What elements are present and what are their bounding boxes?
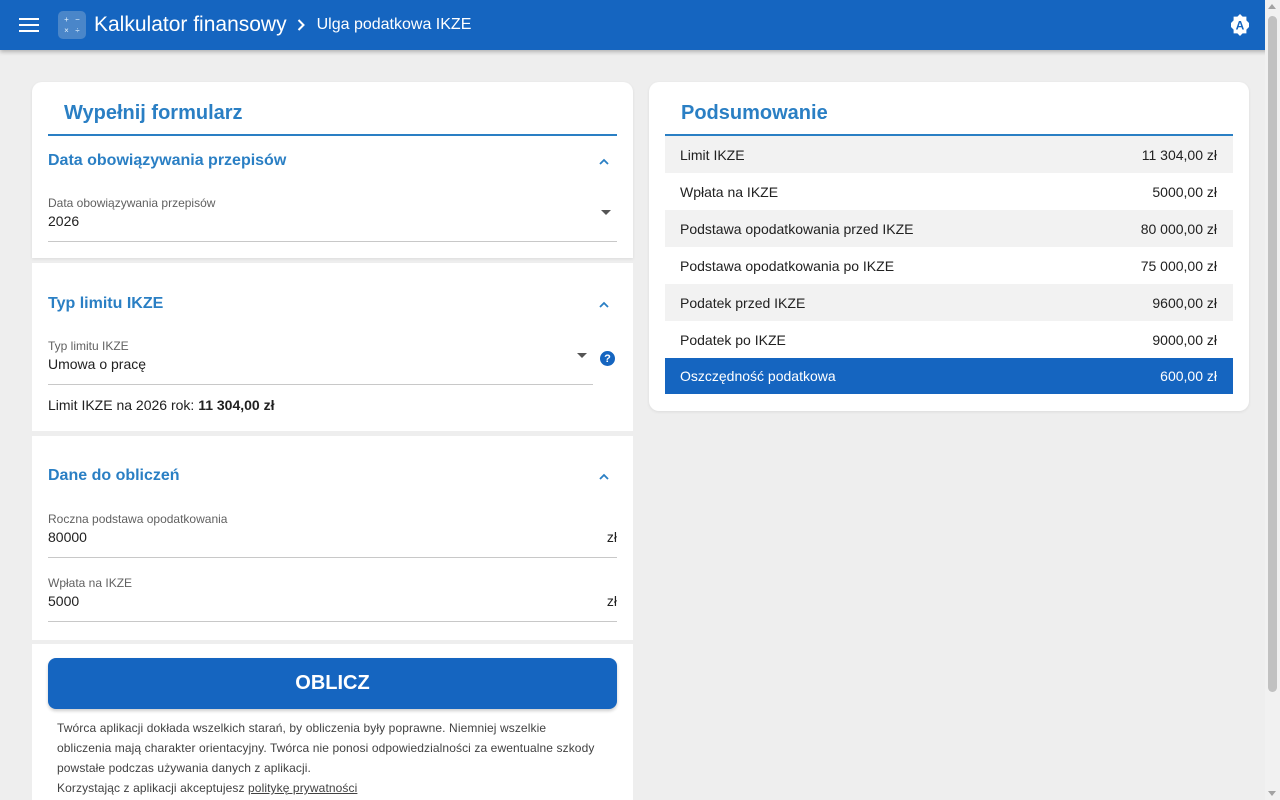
summary-row-tax-before: Podatek przed IKZE 9600,00 zł [665,284,1233,321]
section-limit-type: Typ limitu IKZE Typ limitu IKZE Umowa o … [32,263,633,431]
disclaimer-text: Twórca aplikacji dokłada wszelkich stara… [57,721,595,775]
summary-row-label: Podstawa opodatkowania po IKZE [680,257,895,274]
limit-type-select-label: Typ limitu IKZE [48,339,129,353]
section-header-limit-type[interactable]: Typ limitu IKZE [48,289,617,319]
help-icon[interactable]: ? [600,351,615,366]
summary-row-base-before: Podstawa opodatkowania przed IKZE 80 000… [665,210,1233,247]
form-title: Wypełnij formularz [48,102,617,136]
chevron-up-icon [597,154,611,168]
summary-row-label: Oszczędność podatkowa [680,368,836,384]
ikze-deposit-input[interactable]: Wpłata na IKZE 5000 zł [48,576,617,622]
limit-type-select-value: Umowa o pracę [48,356,147,372]
dropdown-arrow-icon [601,210,611,215]
logo-divide: ÷ [75,26,80,35]
limit-info-value: 11 304,00 zł [198,397,275,413]
breadcrumb-separator [297,19,305,31]
date-select-label: Data obowiązywania przepisów [48,196,216,210]
summary-row-base-after: Podstawa opodatkowania po IKZE 75 000,00… [665,247,1233,284]
privacy-prefix: Korzystając z aplikacji akceptujesz [57,781,249,795]
limit-type-select[interactable]: Typ limitu IKZE Umowa o pracę [48,339,593,385]
summary-row-tax-savings: Oszczędność podatkowa 600,00 zł [665,358,1233,394]
date-select-value: 2026 [48,213,80,229]
logo-minus: − [75,15,80,24]
hamburger-menu-icon [19,18,39,32]
summary-table: Limit IKZE 11 304,00 zł Wpłata na IKZE 5… [665,136,1233,394]
summary-row-value: 80 000,00 zł [1140,220,1217,237]
app-bar: + − × ÷ Kalkulator finansowy Ulga podatk… [0,0,1280,50]
menu-button[interactable] [0,0,58,50]
section-header-date[interactable]: Data obowiązywania przepisów [48,146,617,176]
summary-row-label: Limit IKZE [680,146,745,163]
logo-plus: + [64,15,69,24]
disclaimer: Twórca aplikacji dokłada wszelkich stara… [57,718,597,798]
ikze-deposit-value: 5000 [48,593,80,609]
accessibility-letter: A [1236,19,1245,33]
summary-row-label: Podstawa opodatkowania przed IKZE [680,220,914,237]
chevron-right-icon [297,19,305,31]
section-header-calc-data[interactable]: Dane do obliczeń [48,461,617,491]
summary-row-value: 9600,00 zł [1152,294,1217,311]
privacy-policy-link[interactable]: politykę prywatności [248,781,357,795]
summary-row-value: 5000,00 zł [1152,183,1217,200]
limit-info: Limit IKZE na 2026 rok: 11 304,00 zł [48,397,274,413]
summary-row-ikze-deposit: Wpłata na IKZE 5000,00 zł [665,173,1233,210]
breadcrumb-current: Ulga podatkowa IKZE [316,16,472,33]
scrollbar-thumb[interactable] [1268,16,1277,692]
app-title[interactable]: Kalkulator finansowy [94,13,287,37]
calculator-logo-icon: + − × ÷ [58,11,86,39]
scroll-down-arrow-icon[interactable] [1268,791,1276,796]
ikze-deposit-label: Wpłata na IKZE [48,576,133,590]
limit-info-text: Limit IKZE na 2026 rok: [48,397,199,413]
summary-row-ikze-limit: Limit IKZE 11 304,00 zł [665,136,1233,173]
summary-row-label: Podatek przed IKZE [680,294,806,311]
summary-row-value: 600,00 zł [1160,368,1217,384]
summary-row-label: Podatek po IKZE [680,331,786,348]
section-label-date: Data obowiązywania przepisów [48,152,287,169]
summary-card: Podsumowanie Limit IKZE 11 304,00 zł Wpł… [649,82,1249,411]
calculate-button[interactable]: OBLICZ [48,658,617,709]
ikze-deposit-currency: zł [606,593,617,609]
summary-row-value: 75 000,00 zł [1140,257,1217,274]
date-select[interactable]: Data obowiązywania przepisów 2026 [48,196,617,242]
page-scrollbar[interactable] [1265,0,1280,800]
summary-row-value: 11 304,00 zł [1141,146,1217,163]
form-card-header: Wypełnij formularz Data obowiązywania pr… [32,82,633,258]
section-calc-data: Dane do obliczeń Roczna podstawa opodatk… [32,436,633,640]
section-label-calc-data: Dane do obliczeń [48,467,180,484]
tax-base-input[interactable]: Roczna podstawa opodatkowania 80000 zł [48,512,617,558]
summary-row-value: 9000,00 zł [1152,331,1217,348]
chevron-up-icon [597,297,611,311]
tax-base-label: Roczna podstawa opodatkowania [48,512,228,526]
chevron-up-icon [597,469,611,483]
accessibility-button[interactable]: A [1228,13,1252,37]
tax-base-currency: zł [606,529,617,545]
scroll-up-arrow-icon[interactable] [1268,4,1276,9]
dropdown-arrow-icon [577,353,587,358]
tax-base-value: 80000 [48,529,87,545]
summary-row-tax-after: Podatek po IKZE 9000,00 zł [665,321,1233,358]
logo-times: × [64,26,69,35]
summary-row-label: Wpłata na IKZE [680,183,779,200]
form-footer: OBLICZ Twórca aplikacji dokłada wszelkic… [32,644,633,800]
form-panel: Wypełnij formularz Data obowiązywania pr… [32,82,633,800]
accessibility-badge-icon: A [1231,14,1249,36]
summary-title: Podsumowanie [665,102,1233,136]
section-label-limit-type: Typ limitu IKZE [48,295,164,312]
